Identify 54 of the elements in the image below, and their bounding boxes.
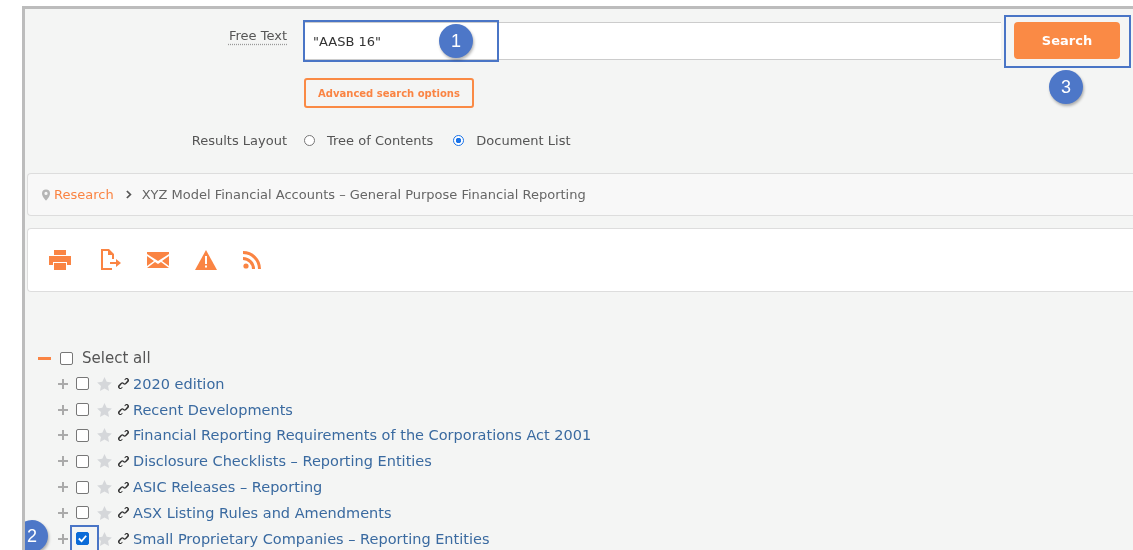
checkbox[interactable] — [76, 429, 89, 442]
step-number: 2 — [25, 520, 48, 550]
expand-icon[interactable] — [58, 482, 68, 493]
checkbox[interactable] — [76, 506, 89, 520]
star-icon[interactable] — [97, 428, 112, 443]
chevron-icon — [125, 190, 133, 199]
expand-icon[interactable] — [58, 404, 68, 415]
expand-icon[interactable] — [58, 430, 68, 441]
results-layout-label: Results Layout — [190, 133, 288, 148]
link-icon — [118, 507, 129, 519]
warning-icon[interactable] — [195, 250, 217, 270]
step-number: 3 — [1049, 70, 1083, 104]
print-icon[interactable] — [49, 250, 71, 270]
star-icon[interactable] — [97, 376, 112, 391]
collapse-icon[interactable] — [38, 356, 51, 360]
breadcrumb-current: XYZ Model Financial Accounts – General Purpose Financial Reporting — [141, 187, 586, 202]
location-pin-icon — [42, 188, 50, 201]
link-icon — [118, 378, 129, 390]
highlight-frame — [70, 525, 99, 550]
star-icon[interactable] — [97, 505, 112, 520]
link-icon — [118, 430, 129, 441]
star-icon[interactable] — [97, 531, 112, 546]
radio-label[interactable]: Tree of Contents — [327, 133, 434, 148]
star-icon[interactable] — [97, 402, 112, 417]
document-link[interactable]: Financial Reporting Requirements of the Corporations Act 2001 — [133, 427, 592, 444]
expand-icon[interactable] — [58, 456, 68, 467]
expand-icon[interactable] — [58, 507, 68, 518]
expand-icon[interactable] — [58, 533, 68, 544]
radio-label[interactable]: Document List — [476, 133, 571, 148]
select-all-label[interactable]: Select all — [82, 349, 151, 367]
radio-button[interactable] — [453, 135, 465, 146]
star-icon[interactable] — [97, 480, 112, 495]
document-link[interactable]: Recent Developments — [133, 401, 293, 418]
star-icon[interactable] — [97, 454, 112, 469]
expand-icon[interactable] — [58, 378, 68, 389]
link-icon — [118, 481, 129, 493]
checkbox[interactable] — [76, 377, 89, 391]
document-link[interactable]: Small Proprietary Companies – Reporting Entities — [133, 530, 490, 547]
document-link[interactable]: ASX Listing Rules and Amendments — [133, 504, 392, 521]
document-link[interactable]: Disclosure Checklists – Reporting Entities — [133, 453, 432, 470]
checkbox[interactable] — [76, 454, 89, 468]
link-icon — [118, 455, 129, 467]
rss-icon[interactable] — [243, 251, 261, 269]
link-icon — [118, 404, 129, 416]
radio-button[interactable] — [304, 135, 315, 146]
checkbox[interactable] — [76, 480, 89, 494]
checkbox[interactable] — [76, 403, 89, 417]
checkbox[interactable] — [76, 532, 89, 546]
document-link[interactable]: ASIC Releases – Reporting — [133, 479, 323, 496]
envelope-icon[interactable] — [147, 252, 169, 268]
document-link[interactable]: 2020 edition — [133, 375, 225, 392]
link-icon — [118, 533, 129, 545]
checkbox[interactable] — [60, 351, 73, 365]
free-text-label: Free Text — [228, 28, 288, 43]
